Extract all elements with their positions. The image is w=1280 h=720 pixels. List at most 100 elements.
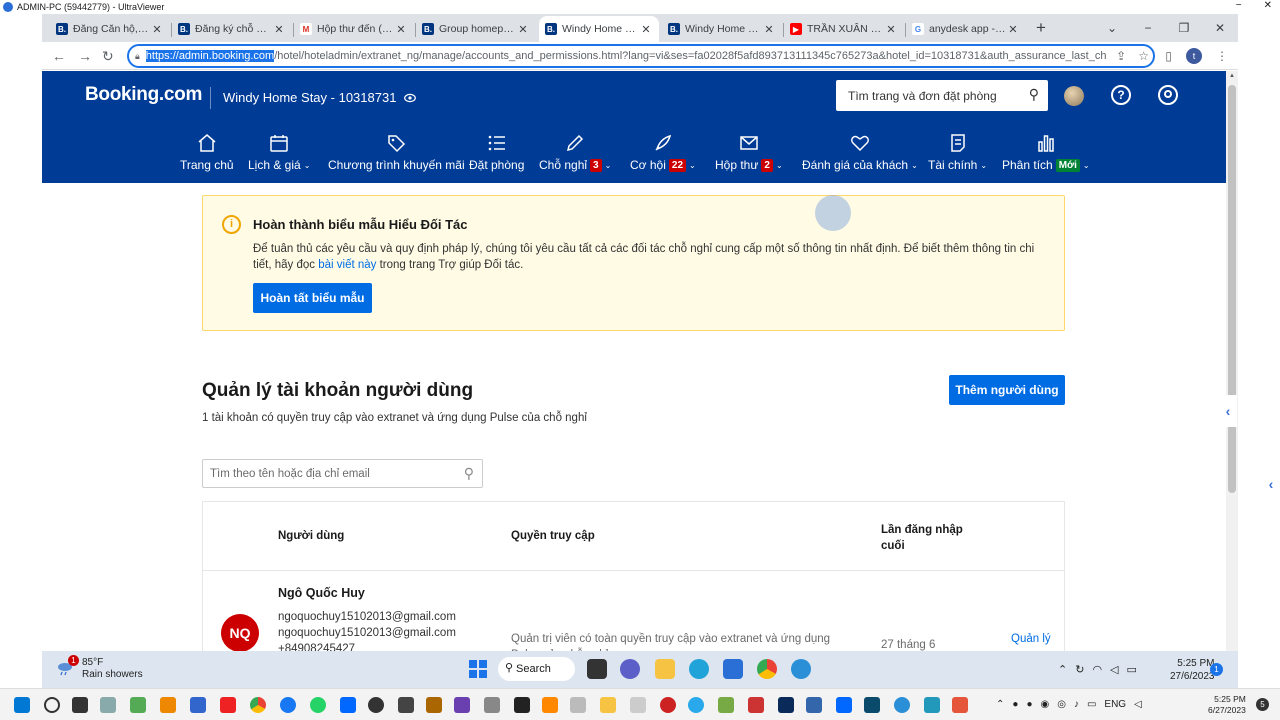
close-icon[interactable]: ✕ bbox=[639, 23, 653, 36]
nav-promotions[interactable]: Chương trình khuyến mãi bbox=[328, 131, 465, 172]
windows-start-icon[interactable] bbox=[469, 660, 487, 678]
app-icon[interactable] bbox=[454, 697, 470, 713]
nav-analytics[interactable]: Phân tích Mới ⌄ bbox=[1002, 131, 1090, 172]
close-icon[interactable]: ✕ bbox=[516, 23, 530, 36]
app-icon[interactable] bbox=[718, 697, 734, 713]
nav-inbox[interactable]: Hộp thư 2 ⌄ bbox=[715, 131, 783, 172]
anydesk-icon[interactable] bbox=[952, 697, 968, 713]
browser-tab[interactable]: M Hộp thư đến (39) ✕ bbox=[294, 16, 414, 42]
app-icon[interactable] bbox=[570, 697, 586, 713]
maximize-icon[interactable]: ❐ bbox=[1166, 14, 1202, 42]
chevron-up-icon[interactable]: ⌃ bbox=[996, 699, 1004, 710]
windows-start-icon[interactable] bbox=[14, 697, 30, 713]
microphone-icon[interactable]: ♪ bbox=[1074, 699, 1079, 710]
property-avatar[interactable] bbox=[1064, 86, 1084, 106]
store-icon[interactable] bbox=[723, 659, 743, 679]
new-tab-button[interactable]: + bbox=[1036, 18, 1046, 38]
youtube-icon[interactable] bbox=[220, 697, 236, 713]
nav-finance[interactable]: Tài chính ⌄ bbox=[928, 131, 987, 172]
language-indicator[interactable]: ENG bbox=[1104, 699, 1126, 710]
browser-tab[interactable]: G anydesk app - Tìm ✕ bbox=[906, 16, 1026, 42]
app-icon[interactable] bbox=[426, 697, 442, 713]
browser-tab[interactable]: B. Đăng Căn hộ, Khá ✕ bbox=[50, 16, 170, 42]
app-icon[interactable] bbox=[630, 697, 646, 713]
app-icon[interactable] bbox=[748, 697, 764, 713]
facebook-icon[interactable] bbox=[280, 697, 296, 713]
whatsapp-icon[interactable] bbox=[310, 697, 326, 713]
minimize-icon[interactable]: − bbox=[1130, 14, 1166, 42]
scroll-up-icon[interactable]: ▲ bbox=[1229, 73, 1235, 79]
share-icon[interactable]: ⇪ bbox=[1116, 49, 1126, 63]
eye-icon[interactable] bbox=[404, 93, 417, 103]
tray-app-icon[interactable]: ● bbox=[1026, 699, 1032, 710]
reload-icon[interactable]: ↻ bbox=[102, 48, 114, 65]
volume-icon[interactable]: ◁ bbox=[1110, 663, 1118, 676]
vlc-icon[interactable] bbox=[542, 697, 558, 713]
nav-reservations[interactable]: Đặt phòng bbox=[469, 131, 524, 172]
keyboard-icon[interactable]: ▭ bbox=[1087, 699, 1096, 710]
file-explorer-icon[interactable] bbox=[600, 697, 616, 713]
task-view-icon[interactable] bbox=[587, 659, 607, 679]
page-scrollbar[interactable]: ▲ ▼ bbox=[1226, 71, 1238, 664]
alert-help-link[interactable]: bài viết này bbox=[318, 259, 376, 271]
chat-icon[interactable] bbox=[620, 659, 640, 679]
nav-calendar[interactable]: Lịch & giá ⌄ bbox=[248, 131, 310, 172]
ultraviewer-icon[interactable] bbox=[791, 659, 811, 679]
local-notification-badge[interactable]: 5 bbox=[1256, 698, 1269, 711]
nav-guest-reviews[interactable]: Đánh giá của khách ⌄ bbox=[802, 131, 918, 172]
remote-notification-badge[interactable]: 1 bbox=[1210, 663, 1223, 676]
scrollbar-thumb[interactable] bbox=[1228, 85, 1236, 493]
add-user-button[interactable]: Thêm người dùng bbox=[949, 375, 1065, 405]
account-icon[interactable] bbox=[1158, 85, 1178, 105]
browser-tab[interactable]: ▶ TRẦN XUÂN LỘC ✕ bbox=[784, 16, 904, 42]
local-clock[interactable]: 5:25 PM 6/27/2023 bbox=[1208, 694, 1246, 716]
taskbar-search[interactable]: ⚲ Search bbox=[498, 657, 575, 681]
browser-tab[interactable]: B. Windy Home Stay ✕ bbox=[662, 16, 782, 42]
header-search-input[interactable]: Tìm trang và đơn đặt phòng ⚲ bbox=[836, 80, 1048, 111]
app-icon[interactable] bbox=[806, 697, 822, 713]
complete-form-button[interactable]: Hoàn tất biểu mẫu bbox=[253, 283, 372, 313]
app-icon[interactable] bbox=[864, 697, 880, 713]
close-icon[interactable]: ✕ bbox=[1264, 0, 1272, 11]
minimize-icon[interactable]: − bbox=[1236, 0, 1242, 11]
sync-icon[interactable]: ↻ bbox=[1075, 663, 1084, 676]
chevron-up-icon[interactable]: ⌃ bbox=[1058, 663, 1067, 676]
app-icon[interactable] bbox=[160, 697, 176, 713]
app-icon[interactable] bbox=[778, 697, 794, 713]
github-icon[interactable] bbox=[368, 697, 384, 713]
lock-icon[interactable]: 🔒︎ bbox=[135, 51, 140, 62]
app-icon[interactable] bbox=[484, 697, 500, 713]
viewer-panel-collapse-icon[interactable]: ‹ bbox=[1262, 468, 1280, 500]
app-icon[interactable] bbox=[130, 697, 146, 713]
search-icon[interactable]: ⚲ bbox=[464, 465, 474, 482]
close-icon[interactable]: ✕ bbox=[150, 23, 164, 36]
tray-app-icon[interactable]: ◎ bbox=[1057, 699, 1066, 710]
tab-search-icon[interactable]: ⌄ bbox=[1094, 14, 1130, 42]
file-explorer-icon[interactable] bbox=[655, 659, 675, 679]
side-panel-collapse-icon[interactable]: ‹ bbox=[1219, 395, 1237, 427]
weather-widget[interactable]: 1 85°F Rain showers bbox=[56, 655, 143, 681]
app-icon[interactable] bbox=[398, 697, 414, 713]
search-icon[interactable]: ⚲ bbox=[1029, 86, 1039, 103]
booking-logo[interactable]: Booking.com bbox=[85, 84, 202, 106]
close-icon[interactable]: ✕ bbox=[1006, 23, 1020, 36]
address-bar[interactable]: 🔒︎ https://admin.booking.com /hotel/hote… bbox=[127, 44, 1155, 68]
profile-avatar[interactable]: t bbox=[1186, 48, 1202, 64]
tray-app-icon[interactable]: ● bbox=[1012, 699, 1018, 710]
ultraviewer-icon[interactable] bbox=[894, 697, 910, 713]
chrome-icon[interactable] bbox=[250, 697, 266, 713]
close-icon[interactable]: ✕ bbox=[884, 23, 898, 36]
back-icon[interactable]: ← bbox=[52, 48, 66, 64]
wifi-icon[interactable]: ◠ bbox=[1092, 663, 1102, 676]
nav-opportunities[interactable]: Cơ hội 22 ⌄ bbox=[630, 131, 696, 172]
nav-home[interactable]: Trang chủ bbox=[180, 131, 234, 172]
zalo-icon[interactable] bbox=[836, 697, 852, 713]
help-icon[interactable]: ? bbox=[1111, 85, 1131, 105]
nav-property[interactable]: Chỗ nghỉ 3 ⌄ bbox=[539, 131, 611, 172]
app-icon[interactable] bbox=[514, 697, 530, 713]
chrome-icon[interactable] bbox=[757, 659, 777, 679]
close-icon[interactable]: ✕ bbox=[762, 23, 776, 36]
volume-icon[interactable]: ◁ bbox=[1134, 699, 1142, 710]
app-icon[interactable] bbox=[924, 697, 940, 713]
app-icon[interactable] bbox=[190, 697, 206, 713]
